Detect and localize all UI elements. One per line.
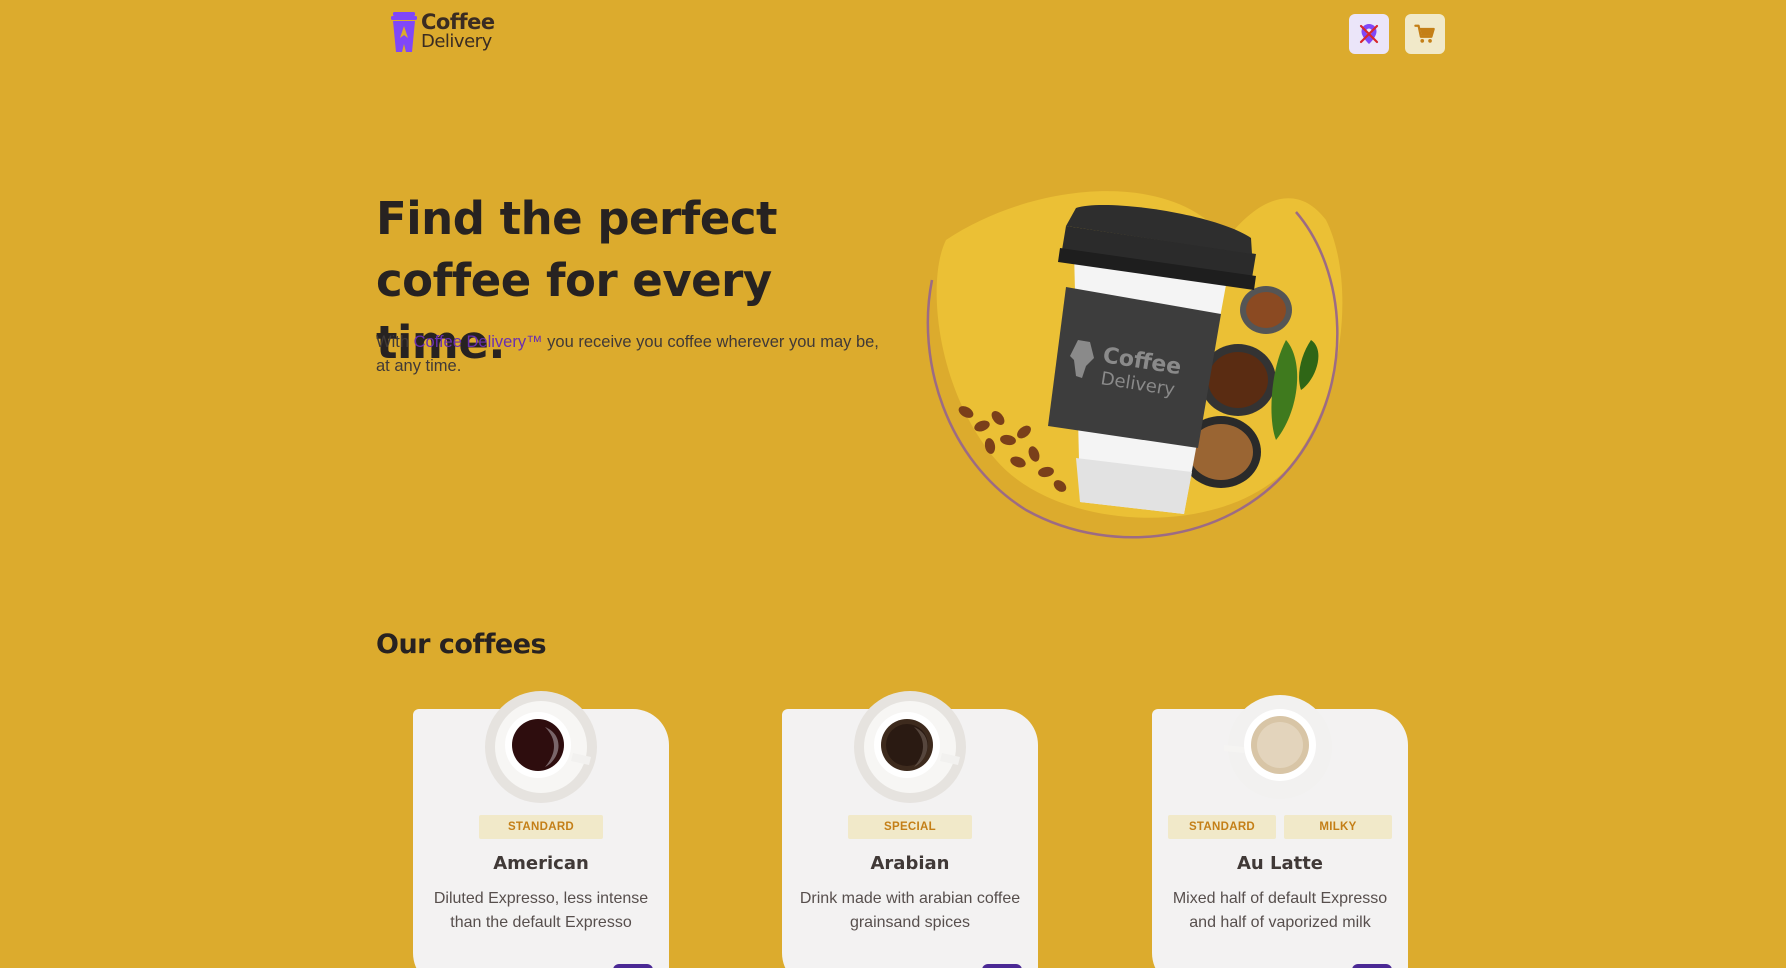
- logo-line-2: Delivery: [421, 31, 492, 52]
- coffee-description: Drink made with arabian coffee grainsand…: [799, 890, 1021, 931]
- coffee-cup-image: [1224, 695, 1332, 799]
- map-pin-off-icon: [1359, 24, 1379, 44]
- coffee-card-american: STANDARD American Diluted Expresso, less…: [413, 691, 669, 968]
- coffee-cup-image: [854, 691, 966, 803]
- coffee-description: Mixed half of default Expresso and half …: [1172, 890, 1388, 931]
- logo-cup-icon: [391, 12, 417, 52]
- coffee-name: Arabian: [870, 853, 950, 874]
- cart-button[interactable]: [1405, 14, 1445, 54]
- add-to-cart-button[interactable]: [1352, 964, 1392, 968]
- tag: MILKY: [1284, 815, 1392, 839]
- hero-subtitle: With Coffee Delivery™ you receive you co…: [376, 330, 896, 378]
- tag-list: SPECIAL: [782, 815, 1038, 839]
- add-to-cart-button[interactable]: [982, 964, 1022, 968]
- coffee-card-au-latte: STANDARD MILKY Au Latte Mixed half of de…: [1152, 695, 1408, 968]
- tag-list: STANDARD: [413, 815, 669, 839]
- coffee-name: American: [493, 853, 589, 874]
- tag-list: STANDARD MILKY: [1152, 815, 1408, 839]
- logo[interactable]: Coffee Delivery: [391, 11, 495, 53]
- tag: SPECIAL: [848, 815, 972, 839]
- section-title: Our coffees: [376, 629, 547, 660]
- hero-subtitle-prefix: With: [376, 333, 414, 351]
- add-to-cart-button[interactable]: [613, 964, 653, 968]
- tag: STANDARD: [1168, 815, 1276, 839]
- coffee-description: Diluted Expresso, less intense than the …: [433, 890, 649, 931]
- tag: STANDARD: [479, 815, 603, 839]
- logo-line-1: Coffee: [421, 10, 495, 34]
- hero-coffee-image: Coffee Delivery: [926, 191, 1343, 539]
- coffee-cup-image: [485, 691, 597, 803]
- header: Coffee Delivery: [0, 0, 1786, 70]
- hero-subtitle-brand: Coffee Delivery™: [413, 333, 543, 351]
- location-button[interactable]: [1349, 14, 1389, 54]
- coffee-card-arabian: SPECIAL Arabian Drink made with arabian …: [782, 691, 1038, 968]
- shopping-cart-icon: [1414, 24, 1435, 43]
- coffee-name: Au Latte: [1236, 853, 1324, 874]
